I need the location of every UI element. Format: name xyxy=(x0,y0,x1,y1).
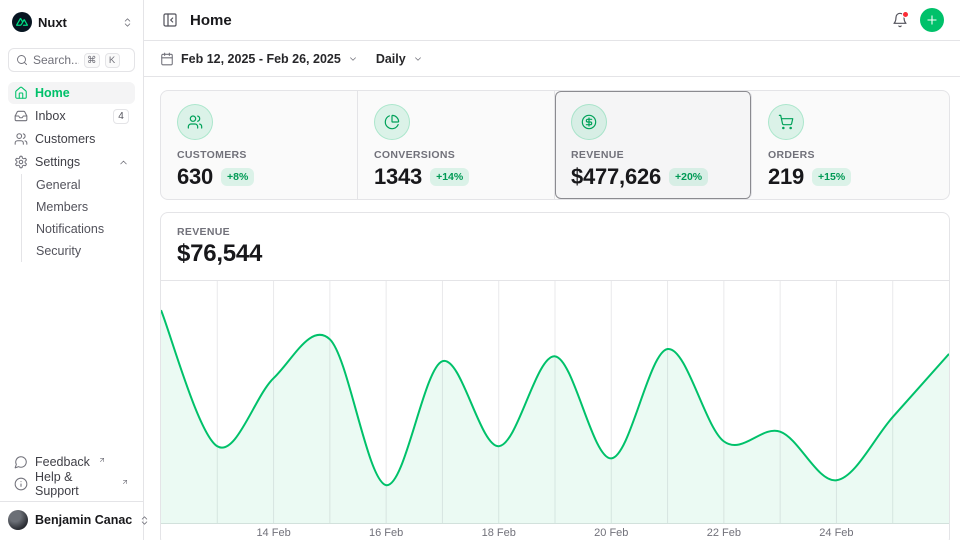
stat-card-orders[interactable]: ORDERS 219 +15% xyxy=(752,91,949,199)
sidebar-item-general[interactable]: General xyxy=(32,174,135,196)
sidebar-item-members[interactable]: Members xyxy=(32,196,135,218)
search-input[interactable] xyxy=(33,53,79,67)
chart-plot-wrapper: 14 Feb 16 Feb 18 Feb 20 Feb 22 Feb 24 Feb xyxy=(161,280,949,540)
stat-label: REVENUE xyxy=(571,149,735,161)
stat-card-customers[interactable]: CUSTOMERS 630 +8% xyxy=(161,91,358,199)
settings-submenu: General Members Notifications Security xyxy=(21,174,135,262)
stat-value: 630 xyxy=(177,164,213,190)
info-circle-icon xyxy=(14,477,28,491)
nuxt-logo-icon xyxy=(12,12,32,32)
stat-card-conversions[interactable]: CONVERSIONS 1343 +14% xyxy=(358,91,555,199)
chevron-down-icon xyxy=(413,54,423,64)
top-header: Home xyxy=(144,0,960,41)
x-tick-label: 20 Feb xyxy=(594,527,628,539)
chart-metric-label: REVENUE xyxy=(177,226,933,238)
calendar-icon xyxy=(160,52,174,66)
k-key-badge: K xyxy=(105,53,120,68)
circle-dollar-icon xyxy=(571,104,607,140)
sidebar-item-security[interactable]: Security xyxy=(32,240,135,262)
sidebar-item-help-support[interactable]: Help & Support xyxy=(8,473,135,495)
sidebar-item-label: Settings xyxy=(35,155,111,169)
sidebar-item-label: Inbox xyxy=(35,109,106,123)
chevron-up-icon xyxy=(118,157,129,168)
plus-icon xyxy=(925,13,939,27)
revenue-area-chart[interactable] xyxy=(161,281,949,524)
x-tick-label: 22 Feb xyxy=(707,527,741,539)
page-title: Home xyxy=(190,12,880,29)
x-tick-label: 16 Feb xyxy=(369,527,403,539)
team-name: Nuxt xyxy=(38,15,116,30)
arrow-up-right-icon xyxy=(98,456,106,464)
sidebar: Nuxt ⌘ K Home Inbox 4 xyxy=(0,0,144,540)
footer-item-label: Feedback xyxy=(35,455,90,469)
sidebar-item-notifications[interactable]: Notifications xyxy=(32,218,135,240)
stat-label: ORDERS xyxy=(768,149,933,161)
search-input-wrapper[interactable]: ⌘ K xyxy=(8,48,135,72)
user-name: Benjamin Canac xyxy=(35,513,132,527)
stat-value: $477,626 xyxy=(571,164,661,190)
users-icon xyxy=(177,104,213,140)
sidebar-item-label: Home xyxy=(35,86,129,100)
stats-row: CUSTOMERS 630 +8% CONVERSIONS 1343 +14% xyxy=(160,90,950,200)
stat-value: 1343 xyxy=(374,164,422,190)
user-menu[interactable]: Benjamin Canac xyxy=(0,501,143,532)
stat-label: CUSTOMERS xyxy=(177,149,341,161)
sidebar-item-customers[interactable]: Customers xyxy=(8,128,135,150)
team-switcher[interactable]: Nuxt xyxy=(8,8,135,36)
notifications-button[interactable] xyxy=(890,10,910,30)
add-button[interactable] xyxy=(920,8,944,32)
search-icon xyxy=(16,54,28,66)
collapse-sidebar-button[interactable] xyxy=(160,10,180,30)
sidebar-item-settings[interactable]: Settings xyxy=(8,151,135,173)
inbox-count-badge: 4 xyxy=(113,109,129,124)
users-icon xyxy=(14,132,28,146)
period-select[interactable]: Daily xyxy=(376,52,423,66)
stat-label: CONVERSIONS xyxy=(374,149,538,161)
notification-dot xyxy=(902,11,909,18)
chevrons-up-down-icon xyxy=(122,17,133,28)
x-tick-label: 18 Feb xyxy=(482,527,516,539)
inbox-icon xyxy=(14,109,28,123)
dashboard-content: CUSTOMERS 630 +8% CONVERSIONS 1343 +14% xyxy=(144,77,960,540)
sidebar-item-label: Customers xyxy=(35,132,129,146)
period-label: Daily xyxy=(376,52,406,66)
arrow-up-right-icon xyxy=(121,478,129,486)
revenue-chart-svg xyxy=(161,281,949,524)
meta-key-badge: ⌘ xyxy=(84,53,100,68)
date-range-label: Feb 12, 2025 - Feb 26, 2025 xyxy=(181,52,341,66)
sidebar-spacer xyxy=(8,262,135,451)
avatar xyxy=(8,510,28,530)
x-tick-label: 24 Feb xyxy=(819,527,853,539)
sidebar-item-home[interactable]: Home xyxy=(8,82,135,104)
stat-delta-badge: +15% xyxy=(812,168,851,186)
sidebar-nav: Home Inbox 4 Customers Settings Genera xyxy=(8,82,135,262)
sidebar-item-inbox[interactable]: Inbox 4 xyxy=(8,105,135,127)
main-area: Home Feb 12, 2025 - Feb 26, 2025 Daily xyxy=(144,0,960,540)
x-tick-label: 14 Feb xyxy=(256,527,290,539)
message-circle-icon xyxy=(14,455,28,469)
shopping-cart-icon xyxy=(768,104,804,140)
stat-delta-badge: +8% xyxy=(221,168,254,186)
stat-value: 219 xyxy=(768,164,804,190)
filters-toolbar: Feb 12, 2025 - Feb 26, 2025 Daily xyxy=(144,41,960,77)
stat-delta-badge: +20% xyxy=(669,168,708,186)
gear-icon xyxy=(14,155,28,169)
panel-left-close-icon xyxy=(162,12,178,28)
home-icon xyxy=(14,86,28,100)
chart-header: REVENUE $76,544 xyxy=(161,213,949,280)
stat-card-revenue[interactable]: REVENUE $477,626 +20% xyxy=(555,91,752,199)
chevron-down-icon xyxy=(348,54,358,64)
chart-x-axis: 14 Feb 16 Feb 18 Feb 20 Feb 22 Feb 24 Feb xyxy=(161,524,949,540)
revenue-chart-card: REVENUE $76,544 14 Feb 16 Feb 18 Feb 20 Feb… xyxy=(160,212,950,540)
chart-metric-value: $76,544 xyxy=(177,240,933,268)
pie-chart-icon xyxy=(374,104,410,140)
stat-delta-badge: +14% xyxy=(430,168,469,186)
date-range-picker[interactable]: Feb 12, 2025 - Feb 26, 2025 xyxy=(160,52,358,66)
footer-item-label: Help & Support xyxy=(35,470,113,498)
